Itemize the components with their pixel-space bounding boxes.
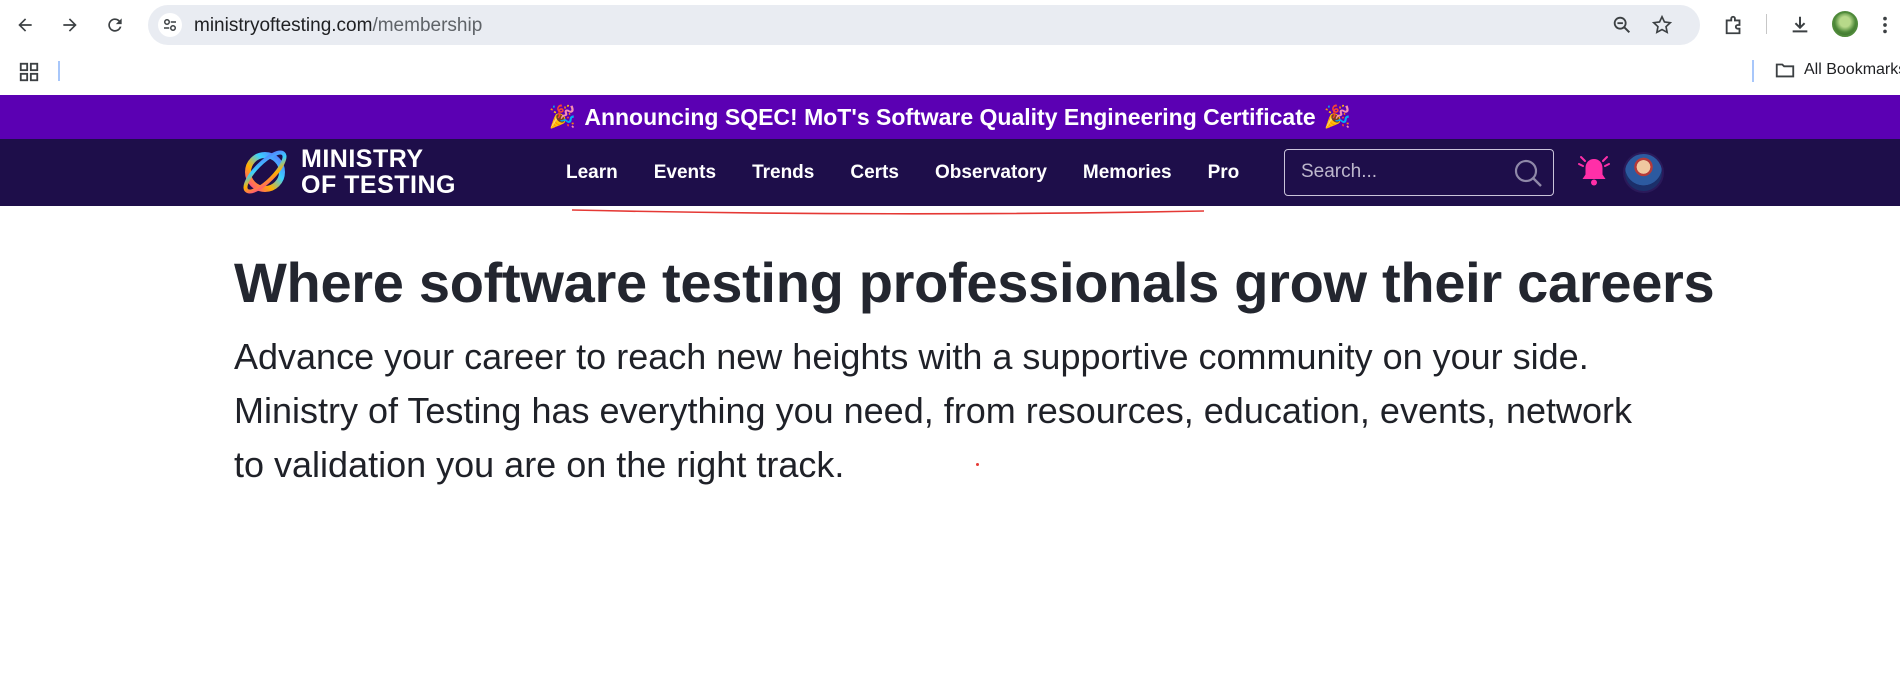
hero-line-2: Ministry of Testing has everything you n… — [234, 390, 1633, 431]
reload-icon — [108, 18, 122, 32]
arrow-right-icon — [63, 18, 77, 32]
all-bookmarks-label: All Bookmarks — [1804, 61, 1900, 78]
hero-line-1: Advance your career to reach new heights… — [234, 336, 1589, 377]
main-menu: Learn Events Trends Certs Observatory Me… — [566, 139, 1275, 206]
site-search-box[interactable] — [1284, 149, 1554, 196]
extensions-button[interactable] — [1721, 12, 1747, 38]
notification-bell-icon[interactable] — [1575, 153, 1613, 191]
logo-wordmark: MINISTRY OF TESTING — [301, 146, 456, 198]
annotation-underline — [571, 209, 1205, 215]
logo-line-2: OF TESTING — [301, 171, 456, 199]
site-navbar: MINISTRY OF TESTING Learn Events Trends … — [0, 139, 1900, 206]
menu-certs[interactable]: Certs — [850, 162, 899, 184]
reload-button[interactable] — [99, 9, 131, 41]
arrow-left-icon — [18, 18, 32, 32]
search-icon[interactable] — [1513, 158, 1543, 188]
menu-trends[interactable]: Trends — [752, 162, 814, 184]
zoom-icon[interactable] — [1611, 14, 1633, 36]
tune-icon — [164, 19, 176, 31]
page-title: Where software testing professionals gro… — [234, 251, 1715, 314]
kebab-menu-icon — [1883, 16, 1887, 34]
menu-pro[interactable]: Pro — [1208, 162, 1240, 184]
download-icon — [1792, 16, 1808, 33]
logo-line-1: MINISTRY — [301, 145, 424, 173]
menu-memories[interactable]: Memories — [1083, 162, 1172, 184]
url-path: /membership — [372, 15, 483, 36]
downloads-button[interactable] — [1787, 12, 1813, 38]
hero-paragraph: Advance your career to reach new heights… — [234, 330, 1664, 492]
address-bar[interactable]: ministryoftesting.com/membership — [148, 5, 1700, 45]
menu-events[interactable]: Events — [654, 162, 716, 184]
mot-logo-icon — [243, 150, 287, 194]
url-domain: ministryoftesting.com — [194, 15, 373, 36]
site-logo[interactable]: MINISTRY OF TESTING — [237, 144, 456, 200]
bookmarks-separator — [1752, 60, 1754, 82]
folder-icon — [1775, 63, 1795, 78]
bookmarks-separator — [58, 61, 60, 81]
party-popper-icon: 🎉 — [1323, 104, 1352, 129]
announcement-bar[interactable]: 🎉 Announcing SQEC! MoT's Software Qualit… — [0, 95, 1900, 139]
browser-menu-button[interactable] — [1878, 12, 1892, 38]
menu-observatory[interactable]: Observatory — [935, 162, 1047, 184]
back-button[interactable] — [9, 9, 41, 41]
hero-line-3: to validation you are on the right track… — [234, 444, 845, 485]
puzzle-icon — [1725, 15, 1741, 35]
party-popper-icon: 🎉 — [548, 104, 577, 129]
bookmarks-bar: All Bookmarks — [0, 49, 1900, 95]
url-text[interactable]: ministryoftesting.com/membership — [194, 15, 482, 37]
site-info-button[interactable] — [158, 13, 182, 37]
bookmark-star-icon[interactable] — [1651, 14, 1673, 36]
apps-grid-icon[interactable] — [18, 61, 40, 83]
toolbar-divider — [1766, 14, 1767, 34]
annotation-dot — [976, 463, 979, 466]
browser-toolbar: ministryoftesting.com/membership — [0, 0, 1900, 49]
menu-learn[interactable]: Learn — [566, 162, 618, 184]
site-search-input[interactable] — [1301, 150, 1501, 194]
profile-avatar[interactable] — [1832, 11, 1858, 37]
all-bookmarks-button[interactable]: All Bookmarks — [1774, 59, 1900, 81]
forward-button[interactable] — [54, 9, 86, 41]
user-avatar[interactable] — [1623, 152, 1664, 193]
announcement-text[interactable]: Announcing SQEC! MoT's Software Quality … — [584, 104, 1315, 131]
